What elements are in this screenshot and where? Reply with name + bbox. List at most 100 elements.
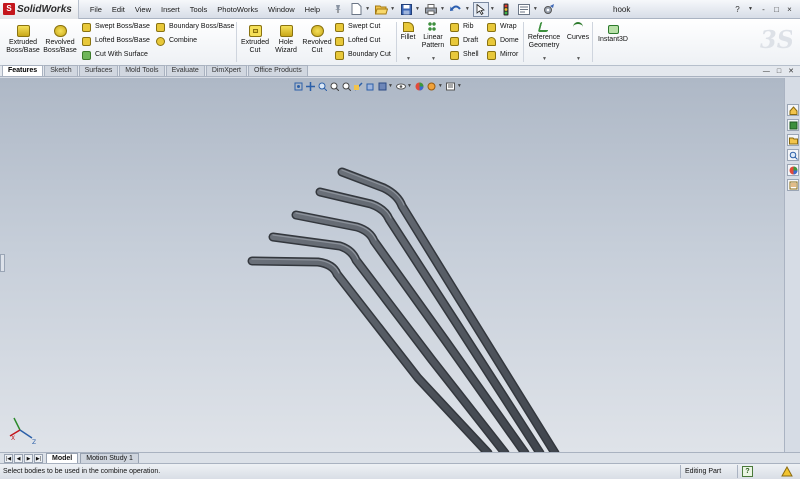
restore-button[interactable]: □	[770, 0, 783, 19]
appearances-button[interactable]	[787, 164, 799, 176]
menu-window[interactable]: Window	[263, 0, 300, 19]
shell-button[interactable]: Shell	[450, 50, 479, 60]
task-pane	[784, 78, 800, 452]
menu-edit[interactable]: Edit	[107, 0, 130, 19]
options-button[interactable]	[541, 2, 557, 17]
rebuild-button[interactable]	[498, 2, 514, 17]
dome-button[interactable]: Dome	[487, 36, 519, 46]
menu-tools[interactable]: Tools	[185, 0, 213, 19]
mirror-button[interactable]: Mirror	[487, 50, 518, 60]
rebuild-status-icon[interactable]	[781, 466, 793, 477]
search-button[interactable]	[787, 149, 799, 161]
help-dropdown[interactable]: ▼	[744, 0, 757, 19]
lofted-boss-button[interactable]: Lofted Boss/Base	[82, 36, 150, 46]
revolved-boss-icon	[53, 25, 67, 37]
custom-properties-button[interactable]	[787, 179, 799, 191]
chevron-down-icon[interactable]: ▼	[465, 6, 470, 12]
save-button[interactable]	[398, 2, 414, 17]
chevron-down-icon[interactable]: ▼	[415, 6, 420, 12]
swept-cut-button[interactable]: Swept Cut	[335, 22, 380, 32]
instant3d-button[interactable]: Instant3D	[595, 25, 631, 44]
file-explorer-button[interactable]	[787, 134, 799, 146]
curves-button[interactable]: Curves	[565, 22, 591, 42]
revolved-cut-button[interactable]: Revolved Cut	[301, 25, 333, 55]
extruded-boss-button[interactable]: Extruded Boss/Base	[5, 25, 41, 55]
status-bar: Select bodies to be used in the combine …	[0, 463, 800, 479]
chevron-down-icon[interactable]: ▼	[440, 6, 445, 12]
boundary-boss-button[interactable]: Boundary Boss/Base	[156, 22, 234, 32]
tab-motion-study-1[interactable]: Motion Study 1	[80, 452, 139, 464]
new-document-button[interactable]	[348, 2, 364, 17]
minimize-button[interactable]: -	[757, 0, 770, 19]
fillet-button[interactable]: Fillet	[398, 22, 418, 42]
solidworks-logo[interactable]: S SolidWorks	[0, 0, 79, 19]
chevron-down-icon[interactable]: ▼	[490, 6, 495, 12]
lofted-cut-button[interactable]: Lofted Cut	[335, 36, 380, 46]
mirror-label: Mirror	[500, 51, 519, 58]
chevron-down-icon[interactable]: ▼	[533, 6, 538, 12]
file-properties-button[interactable]	[516, 2, 532, 17]
boundary-boss-label: Boundary Boss/Base	[169, 23, 235, 30]
linear-pattern-button[interactable]: Linear Pattern	[419, 22, 447, 50]
cut-with-surface-icon	[82, 50, 91, 60]
print-button[interactable]	[423, 2, 439, 17]
tab-mold-tools[interactable]: Mold Tools	[119, 65, 165, 76]
instant3d-icon	[607, 25, 619, 34]
open-button[interactable]	[373, 2, 389, 17]
rib-label: Rib	[463, 23, 474, 30]
ribbon-separator	[236, 22, 237, 62]
curves-label: Curves	[566, 34, 590, 41]
menu-help[interactable]: Help	[300, 0, 325, 19]
revolved-boss-button[interactable]: Revolved Boss/Base	[42, 25, 78, 55]
chevron-down-icon[interactable]: ▼	[365, 6, 370, 12]
doc-minimize-button[interactable]: —	[763, 66, 770, 77]
print-icon	[424, 3, 437, 15]
home-icon	[789, 105, 797, 115]
undo-button[interactable]	[448, 2, 464, 17]
scroll-left-icon[interactable]: ◀	[14, 453, 23, 463]
doc-restore-button[interactable]: □	[777, 66, 781, 77]
tab-surfaces[interactable]: Surfaces	[78, 65, 119, 76]
linear-pattern-dropdown-chevron-icon[interactable]: ▼	[431, 56, 436, 62]
custom-properties-icon	[789, 181, 797, 189]
tab-sketch[interactable]: Sketch	[44, 65, 78, 76]
curves-dropdown-chevron-icon[interactable]: ▼	[576, 56, 581, 62]
design-library-button[interactable]	[787, 119, 799, 131]
hook-model[interactable]	[0, 78, 784, 452]
boundary-cut-button[interactable]: Boundary Cut	[335, 50, 391, 60]
graphics-area[interactable]: ▼ ▼ ▼ ▼ X Z	[0, 78, 784, 452]
menu-insert[interactable]: Insert	[156, 0, 185, 19]
chevron-down-icon[interactable]: ▼	[390, 6, 395, 12]
tab-dimxpert[interactable]: DimXpert	[205, 65, 247, 76]
tab-features[interactable]: Features	[2, 65, 44, 76]
close-button[interactable]: ×	[783, 0, 796, 19]
menu-photoworks[interactable]: PhotoWorks	[212, 0, 263, 19]
swept-boss-button[interactable]: Swept Boss/Base	[82, 22, 150, 32]
select-button[interactable]	[472, 1, 489, 17]
hole-wizard-button[interactable]: Hole Wizard	[271, 25, 301, 55]
tab-evaluate[interactable]: Evaluate	[165, 65, 205, 76]
menu-view[interactable]: View	[130, 0, 156, 19]
draft-button[interactable]: Draft	[450, 36, 478, 46]
combine-button[interactable]: Combine	[156, 36, 197, 46]
tab-model[interactable]: Model	[46, 452, 79, 464]
scroll-last-icon[interactable]: ▶|	[34, 453, 43, 463]
fillet-dropdown-chevron-icon[interactable]: ▼	[406, 56, 411, 62]
scroll-first-icon[interactable]: |◀	[4, 453, 13, 463]
tab-office-products[interactable]: Office Products	[248, 65, 308, 76]
rib-button[interactable]: Rib	[450, 22, 474, 32]
quick-tips-button[interactable]: ?	[742, 466, 753, 477]
extruded-cut-button[interactable]: Extruded Cut	[239, 25, 271, 55]
swept-boss-label: Swept Boss/Base	[95, 23, 150, 30]
help-button[interactable]: ?	[731, 0, 744, 19]
menu-file[interactable]: File	[85, 0, 107, 19]
doc-close-button[interactable]: ✕	[788, 66, 794, 77]
scroll-right-icon[interactable]: ▶	[24, 453, 33, 463]
reference-geometry-dropdown-chevron-icon[interactable]: ▼	[542, 56, 547, 62]
reference-geometry-button[interactable]: Reference Geometry	[525, 22, 563, 50]
cut-with-surface-button[interactable]: Cut With Surface	[82, 50, 148, 60]
revolved-cut-label: Revolved Cut	[302, 39, 332, 54]
wrap-button[interactable]: Wrap	[487, 22, 517, 32]
solidworks-resources-button[interactable]	[787, 104, 799, 116]
pin-menu-button[interactable]	[330, 2, 346, 17]
